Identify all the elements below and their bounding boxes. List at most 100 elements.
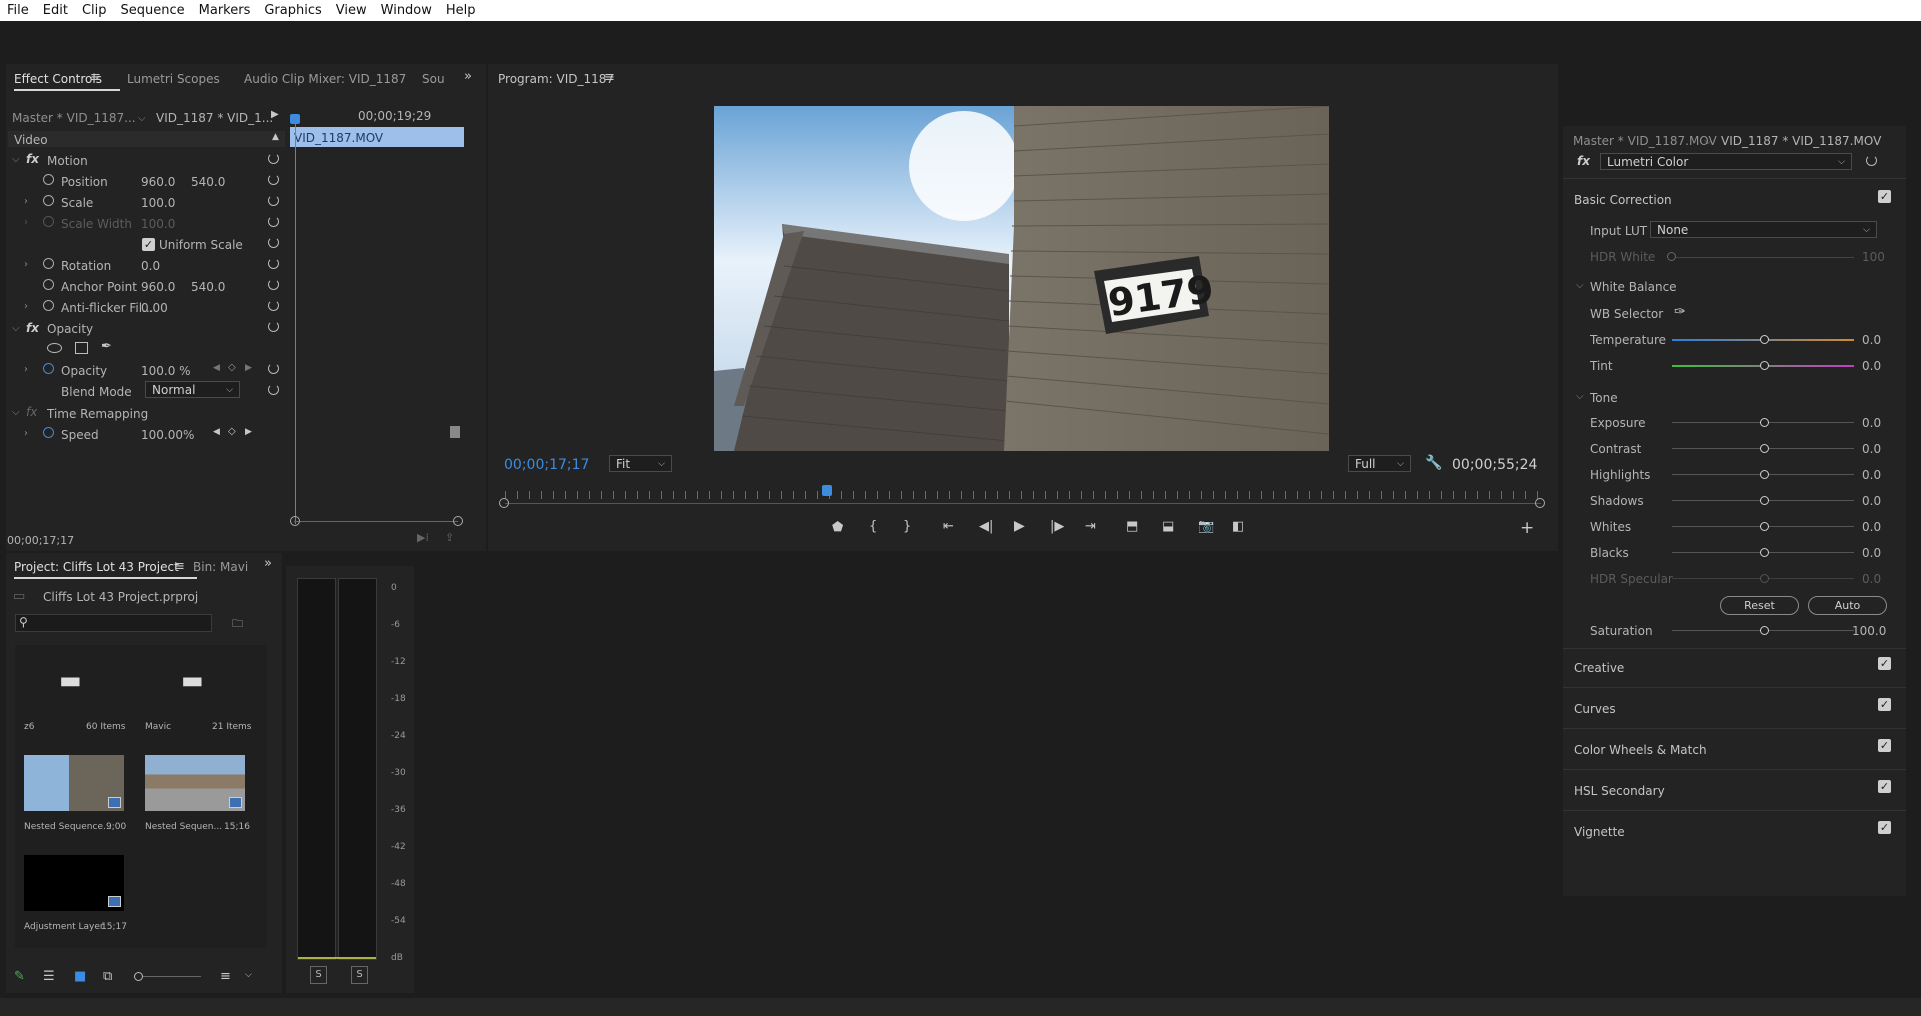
temperature-knob[interactable] <box>1760 335 1769 344</box>
pencil-write-icon[interactable]: ✎ <box>14 969 25 984</box>
icon-view-icon[interactable]: ■ <box>74 969 86 984</box>
scale-value[interactable]: 100.0 <box>141 196 175 210</box>
creative-checkbox[interactable]: ✓ <box>1878 657 1891 670</box>
reset-antiflicker-icon[interactable] <box>268 300 279 311</box>
add-marker-icon[interactable]: ⬟ <box>832 520 843 535</box>
menu-sequence[interactable]: Sequence <box>114 3 192 18</box>
stopwatch-position-icon[interactable] <box>43 174 54 185</box>
menu-edit[interactable]: Edit <box>36 3 75 18</box>
mark-in-icon[interactable]: { <box>869 519 877 534</box>
panel-menu-icon[interactable]: ≡ <box>90 70 101 85</box>
tint-knob[interactable] <box>1760 361 1769 370</box>
uniform-scale-checkbox[interactable]: ✓ <box>142 238 155 251</box>
highlights-value[interactable]: 0.0 <box>1862 468 1881 482</box>
speed-next-keyframe-icon[interactable]: ▶ <box>245 427 252 437</box>
reset-scale-width-icon[interactable] <box>268 216 279 227</box>
input-lut-dropdown[interactable]: None ⌵ <box>1650 221 1877 238</box>
curves-header[interactable]: Curves <box>1574 702 1616 716</box>
ec-zoom-left-handle[interactable] <box>290 516 300 526</box>
vignette-header[interactable]: Vignette <box>1574 825 1625 839</box>
play-icon[interactable]: ▶ <box>1014 518 1025 534</box>
hsl-secondary-checkbox[interactable]: ✓ <box>1878 780 1891 793</box>
white-balance-collapse-icon[interactable]: ⌵ <box>1576 280 1584 291</box>
freeform-view-icon[interactable]: ⧉ <box>103 969 112 984</box>
contrast-value[interactable]: 0.0 <box>1862 442 1881 456</box>
vignette-checkbox[interactable]: ✓ <box>1878 821 1891 834</box>
step-back-icon[interactable]: ◀| <box>979 519 993 534</box>
blacks-knob[interactable] <box>1760 548 1769 557</box>
speed-value[interactable]: 100.00% <box>141 428 194 442</box>
tone-reset-button[interactable]: Reset <box>1720 596 1799 615</box>
reset-scale-icon[interactable] <box>268 195 279 206</box>
go-to-in-icon[interactable]: ⇤ <box>943 519 954 534</box>
motion-collapse-icon[interactable]: ⌵ <box>12 154 20 165</box>
comparison-view-icon[interactable]: ◧ <box>1232 519 1244 534</box>
creative-header[interactable]: Creative <box>1574 661 1624 675</box>
play-clip-icon[interactable]: ▶ <box>271 109 279 120</box>
tone-header[interactable]: Tone <box>1590 391 1618 405</box>
sort-dropdown-icon[interactable]: ⌵ <box>245 970 252 980</box>
next-keyframe-icon[interactable]: ▶ <box>245 363 252 373</box>
saturation-knob[interactable] <box>1760 626 1769 635</box>
anchor-y-value[interactable]: 540.0 <box>191 280 225 294</box>
scale-expand-icon[interactable]: › <box>24 196 28 207</box>
basic-correction-header[interactable]: Basic Correction <box>1574 193 1672 207</box>
tint-value[interactable]: 0.0 <box>1862 359 1881 373</box>
overflow-chevron-icon[interactable]: » <box>464 69 472 84</box>
reset-anchor-icon[interactable] <box>268 279 279 290</box>
tab-audio-clip-mixer[interactable]: Audio Clip Mixer: VID_1187 <box>244 72 406 86</box>
menu-clip[interactable]: Clip <box>75 3 114 18</box>
opacity-value[interactable]: 100.0 % <box>141 364 191 378</box>
menu-file[interactable]: File <box>0 3 36 18</box>
antiflicker-value[interactable]: 0.00 <box>141 301 168 315</box>
speed-expand-icon[interactable]: › <box>24 428 28 439</box>
settings-wrench-icon[interactable]: 🔧 <box>1425 455 1442 471</box>
project-menu-icon[interactable]: ≡ <box>174 559 185 574</box>
shadows-knob[interactable] <box>1760 496 1769 505</box>
whites-value[interactable]: 0.0 <box>1862 520 1881 534</box>
pen-mask-icon[interactable]: ✒ <box>101 339 112 354</box>
lumetri-master-label[interactable]: Master * VID_1187.MOV <box>1573 134 1717 148</box>
menu-help[interactable]: Help <box>439 3 483 18</box>
whites-knob[interactable] <box>1760 522 1769 531</box>
program-scrub-track[interactable] <box>505 503 1541 504</box>
export-icon[interactable]: ⇪ <box>445 531 454 544</box>
rotation-expand-icon[interactable]: › <box>24 259 28 270</box>
fit-dropdown[interactable]: Fit ⌵ <box>609 455 672 472</box>
curves-checkbox[interactable]: ✓ <box>1878 698 1891 711</box>
menu-view[interactable]: View <box>329 3 374 18</box>
color-wheels-header[interactable]: Color Wheels & Match <box>1574 743 1707 757</box>
new-search-bin-icon[interactable]: 🗀 <box>232 615 243 634</box>
reset-motion-icon[interactable] <box>268 153 279 164</box>
stopwatch-opacity-icon[interactable] <box>43 363 54 374</box>
eyedropper-icon[interactable]: ✑ <box>1674 304 1686 320</box>
speed-prev-keyframe-icon[interactable]: ◀ <box>213 427 220 437</box>
list-view-icon[interactable]: ☰ <box>43 969 55 984</box>
temperature-value[interactable]: 0.0 <box>1862 333 1881 347</box>
solo-left-button[interactable]: S <box>310 966 327 984</box>
project-overflow-icon[interactable]: » <box>264 556 272 571</box>
position-x-value[interactable]: 960.0 <box>141 175 175 189</box>
speed-add-keyframe-icon[interactable]: ◇ <box>228 426 236 437</box>
reset-rotation-icon[interactable] <box>268 258 279 269</box>
stopwatch-anchor-icon[interactable] <box>43 279 54 290</box>
playhead-marker-icon[interactable] <box>290 114 300 124</box>
reset-opacity-icon[interactable] <box>268 363 279 374</box>
antiflicker-expand-icon[interactable]: › <box>24 301 28 312</box>
color-wheels-checkbox[interactable]: ✓ <box>1878 739 1891 752</box>
rectangle-mask-icon[interactable] <box>75 342 88 354</box>
tone-collapse-icon[interactable]: ⌵ <box>1576 391 1584 402</box>
ec-zoom-scrollbar[interactable] <box>294 521 458 522</box>
lumetri-clip-label[interactable]: VID_1187 * VID_1187.MOV <box>1721 134 1881 148</box>
basic-correction-checkbox[interactable]: ✓ <box>1878 190 1891 203</box>
white-balance-header[interactable]: White Balance <box>1590 280 1677 294</box>
position-y-value[interactable]: 540.0 <box>191 175 225 189</box>
thumb-zoom-slider[interactable] <box>143 976 201 977</box>
tab-source[interactable]: Sou <box>422 72 445 86</box>
reset-uniform-scale-icon[interactable] <box>268 237 279 248</box>
ellipse-mask-icon[interactable] <box>47 343 62 353</box>
highlights-knob[interactable] <box>1760 470 1769 479</box>
sort-icons-icon[interactable]: ≡ <box>220 969 231 984</box>
thumb-zoom-knob[interactable] <box>134 972 143 981</box>
tab-program[interactable]: Program: VID_1187 <box>498 72 614 86</box>
